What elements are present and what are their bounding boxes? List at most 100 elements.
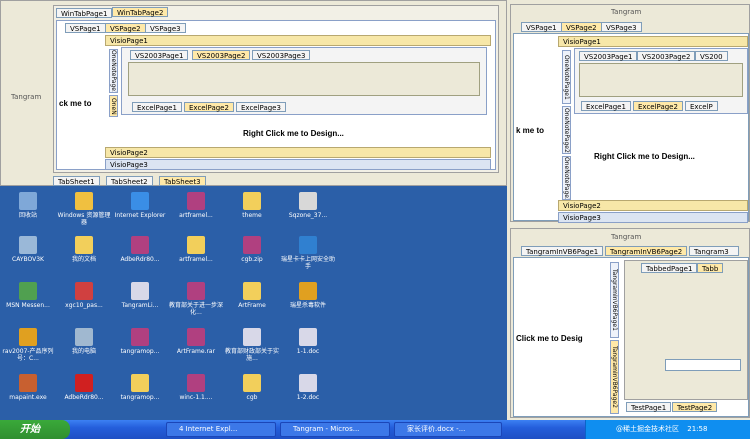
rt-vs2003-tab-1[interactable]: VS2003Page1: [579, 51, 638, 61]
desktop-icon[interactable]: 教育部财政部关于实施...: [224, 328, 280, 362]
desktop-icon-label: tangramop...: [120, 394, 160, 401]
icon-image: [243, 374, 261, 392]
taskbar-item-tangram[interactable]: Tangram - Micros...: [280, 422, 390, 437]
desktop-icon-label: AdbeRdr80...: [64, 394, 104, 401]
rb-vb-tab-3[interactable]: Tangram3: [689, 246, 739, 256]
rb-test-tab-2[interactable]: TestPage2: [672, 402, 718, 412]
desktop-icon[interactable]: 1-1.doc: [280, 328, 336, 355]
vs2003-tab-1[interactable]: VS2003Page1: [130, 50, 189, 60]
vs2003-container: VS2003Page1 VS2003Page2 VS2003Page3 Exce…: [121, 47, 487, 115]
desktop-icon[interactable]: tangramop...: [112, 328, 168, 355]
rt-onenote-tab-3[interactable]: OneNotePage3: [562, 156, 571, 200]
rb-vb-tab-2[interactable]: TangramInVB6Page2: [605, 246, 688, 256]
desktop-icon[interactable]: Windows 资源管理器: [56, 192, 112, 226]
icon-image: [243, 328, 261, 346]
onenote-tab-2[interactable]: OneN: [109, 95, 118, 117]
desktop-icon[interactable]: Sqzone_37...: [280, 192, 336, 219]
rb-vb-tab-1[interactable]: TangramInVB6Page1: [521, 246, 604, 256]
excel-tab-2[interactable]: ExcelPage2: [184, 102, 234, 112]
vs2003-tab-2[interactable]: VS2003Page2: [192, 50, 251, 60]
desktop-icon[interactable]: winc-1.1....: [168, 374, 224, 401]
tangram-label-rt: Tangram: [611, 8, 642, 16]
taskbar-item-ie[interactable]: 4 Internet Expl...: [166, 422, 276, 437]
rb-tabbed-tab-1[interactable]: TabbedPage1: [641, 263, 698, 273]
icon-image: [299, 328, 317, 346]
rt-design-text[interactable]: Right Click me to Design...: [594, 152, 695, 161]
rb-tabbed-area: TabbedPage1 Tabb: [624, 260, 748, 400]
design-text[interactable]: Right Click me to Design...: [243, 129, 344, 138]
desktop-icon[interactable]: mapaint.exe: [0, 374, 56, 401]
rt-vs-tab-1[interactable]: VSPage1: [521, 22, 562, 32]
rt-content: k me to VisioPage1 OneNotePage1 OneNoteP…: [513, 33, 749, 223]
vs-tab-3[interactable]: VSPage3: [145, 23, 186, 33]
desktop-icon[interactable]: xgc10_pas...: [56, 282, 112, 309]
desktop-icon-label: ArtFrame.rar: [176, 348, 216, 355]
visio-page-1[interactable]: VisioPage1: [105, 35, 491, 46]
vs-tab-2[interactable]: VSPage2: [105, 23, 146, 33]
rt-onenote-tab-1[interactable]: OneNotePage1: [562, 50, 571, 104]
icon-image: [19, 236, 37, 254]
rb-vtab-1[interactable]: TangramInVB6Page1: [610, 262, 619, 338]
vs-tab-1[interactable]: VSPage1: [65, 23, 106, 33]
desktop-icon[interactable]: 瑞星杀毒软件: [280, 282, 336, 309]
rt-excel-tab-3[interactable]: ExcelP: [685, 101, 718, 111]
desktop-icon[interactable]: AdbeRdr80...: [56, 374, 112, 401]
desktop-icon[interactable]: tangramop...: [112, 374, 168, 401]
rt-visio-page-3[interactable]: VisioPage3: [558, 212, 748, 223]
rb-tabbed-tab-2[interactable]: Tabb: [697, 263, 724, 273]
rt-vs2003-tab-2[interactable]: VS2003Page2: [637, 51, 696, 61]
visio-page-2[interactable]: VisioPage2: [105, 147, 491, 158]
desktop-icon[interactable]: artframel...: [168, 192, 224, 219]
desktop-icon-label: Sqzone_37...: [288, 212, 328, 219]
clock[interactable]: 21:58: [687, 425, 707, 433]
desktop-icon[interactable]: CAYBOV3K: [0, 236, 56, 263]
desktop-icon[interactable]: rav2007-产品序列号：C...: [0, 328, 56, 362]
rt-excel-tab-2[interactable]: ExcelPage2: [633, 101, 683, 111]
rt-visio-page-1[interactable]: VisioPage1: [558, 36, 748, 47]
icon-image: [75, 192, 93, 210]
rt-vs-tab-3[interactable]: VSPage3: [601, 22, 642, 32]
tangram-label-rb: Tangram: [611, 233, 642, 241]
rb-test-tab-1[interactable]: TestPage1: [626, 402, 672, 412]
rt-excel-tab-1[interactable]: ExcelPage1: [581, 101, 631, 111]
desktop-icon[interactable]: cgb: [224, 374, 280, 401]
desktop-icon[interactable]: artframel...: [168, 236, 224, 263]
desktop-icon[interactable]: TangramLi...: [112, 282, 168, 309]
start-button[interactable]: 开始: [0, 420, 70, 439]
excel-tab-1[interactable]: ExcelPage1: [132, 102, 182, 112]
rt-vs2003-tab-3[interactable]: VS200: [695, 51, 728, 61]
desktop-icon[interactable]: 瑞星卡卡上网安全助手: [280, 236, 336, 270]
vs2003-tab-3[interactable]: VS2003Page3: [252, 50, 311, 60]
rb-text-input[interactable]: [665, 359, 741, 371]
desktop-icon-label: 教育部关于进一步深化...: [168, 302, 223, 316]
desktop-icon[interactable]: ArtFrame: [224, 282, 280, 309]
desktop-icon[interactable]: MSN Messen...: [0, 282, 56, 309]
rb-vtab-2[interactable]: TangramInVB6Page2: [610, 340, 619, 414]
icon-image: [187, 328, 205, 346]
rt-excel-grid: [579, 63, 743, 97]
desktop-icon[interactable]: theme: [224, 192, 280, 219]
desktop-icon[interactable]: ArtFrame.rar: [168, 328, 224, 355]
desktop-icon[interactable]: 1-2.doc: [280, 374, 336, 401]
tabsheet-2[interactable]: TabSheet2: [106, 176, 153, 186]
desktop-icon[interactable]: AdbeRdr80...: [112, 236, 168, 263]
wintab-page-1[interactable]: WinTabPage1: [56, 8, 113, 18]
wintab-page-2[interactable]: WinTabPage2: [112, 7, 169, 17]
excel-tab-3[interactable]: ExcelPage3: [236, 102, 286, 112]
desktop-icon[interactable]: 我的文档: [56, 236, 112, 263]
tabsheet-3[interactable]: TabSheet3: [159, 176, 206, 186]
visio-page-3[interactable]: VisioPage3: [105, 159, 491, 170]
rt-onenote-tab-2[interactable]: OneNotePage2: [562, 106, 571, 154]
desktop-icon[interactable]: 回收站: [0, 192, 56, 219]
desktop-icon[interactable]: Internet Explorer: [112, 192, 168, 219]
rt-visio-page-2[interactable]: VisioPage2: [558, 200, 748, 211]
desktop-icon[interactable]: 我的电脑: [56, 328, 112, 355]
desktop-icon[interactable]: cgb.zip: [224, 236, 280, 263]
desktop-icon-label: cgb: [246, 394, 258, 401]
onenote-tab-1[interactable]: OneNotePage1: [109, 49, 118, 93]
taskbar-item-word[interactable]: 家长评价.docx -...: [394, 422, 502, 437]
tabsheet-1[interactable]: TabSheet1: [53, 176, 100, 186]
rt-vs-tab-2[interactable]: VSPage2: [561, 22, 602, 32]
wintab-area: WinTabPage1 WinTabPage2 VSPage1 VSPage2 …: [53, 5, 499, 173]
desktop-icon[interactable]: 教育部关于进一步深化...: [168, 282, 224, 316]
